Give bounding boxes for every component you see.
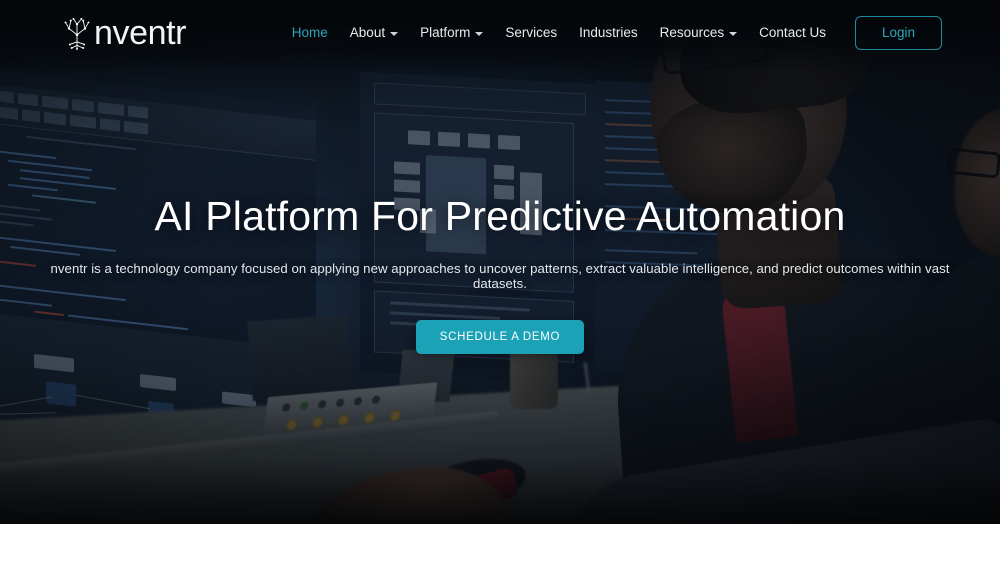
nav-item-contact-us-label: Contact Us [759, 25, 826, 41]
login-button[interactable]: Login [854, 16, 942, 50]
page-title: AI Platform For Predictive Automation [154, 193, 846, 239]
network-tree-icon [62, 16, 92, 50]
nav-item-about-label: About [349, 25, 386, 41]
nav-item-resources-label: Resources [659, 25, 725, 41]
schedule-demo-button[interactable]: SCHEDULE A DEMO [415, 320, 585, 355]
brand-logo-link[interactable]: nventr [62, 14, 187, 52]
nav-item-platform[interactable]: Platform [409, 18, 494, 48]
nav-item-platform-label: Platform [420, 25, 471, 41]
nav-item-home-label: Home [291, 25, 328, 41]
chevron-down-icon [729, 32, 738, 36]
nav-item-industries-label: Industries [579, 25, 638, 41]
hero-subtitle: nventr is a technology company focused o… [50, 261, 950, 292]
hero-section: nventr Home About Platform Services Indu… [0, 0, 1000, 524]
chevron-down-icon [390, 32, 399, 36]
nav-item-home[interactable]: Home [281, 18, 339, 48]
site-header: nventr Home About Platform Services Indu… [0, 0, 1000, 66]
chevron-down-icon [475, 32, 484, 36]
brand-name: nventr [94, 14, 187, 52]
nav-item-resources[interactable]: Resources [649, 18, 749, 48]
hero-content: AI Platform For Predictive Automation nv… [0, 0, 1000, 524]
nav-item-services[interactable]: Services [494, 18, 568, 48]
nav-item-industries[interactable]: Industries [568, 18, 649, 48]
page-body-below-hero [0, 524, 1000, 563]
nav-item-contact-us[interactable]: Contact Us [748, 18, 837, 48]
nav-item-about[interactable]: About [339, 18, 409, 48]
main-navigation: Home About Platform Services Industries … [281, 16, 942, 50]
nav-item-services-label: Services [505, 25, 558, 41]
